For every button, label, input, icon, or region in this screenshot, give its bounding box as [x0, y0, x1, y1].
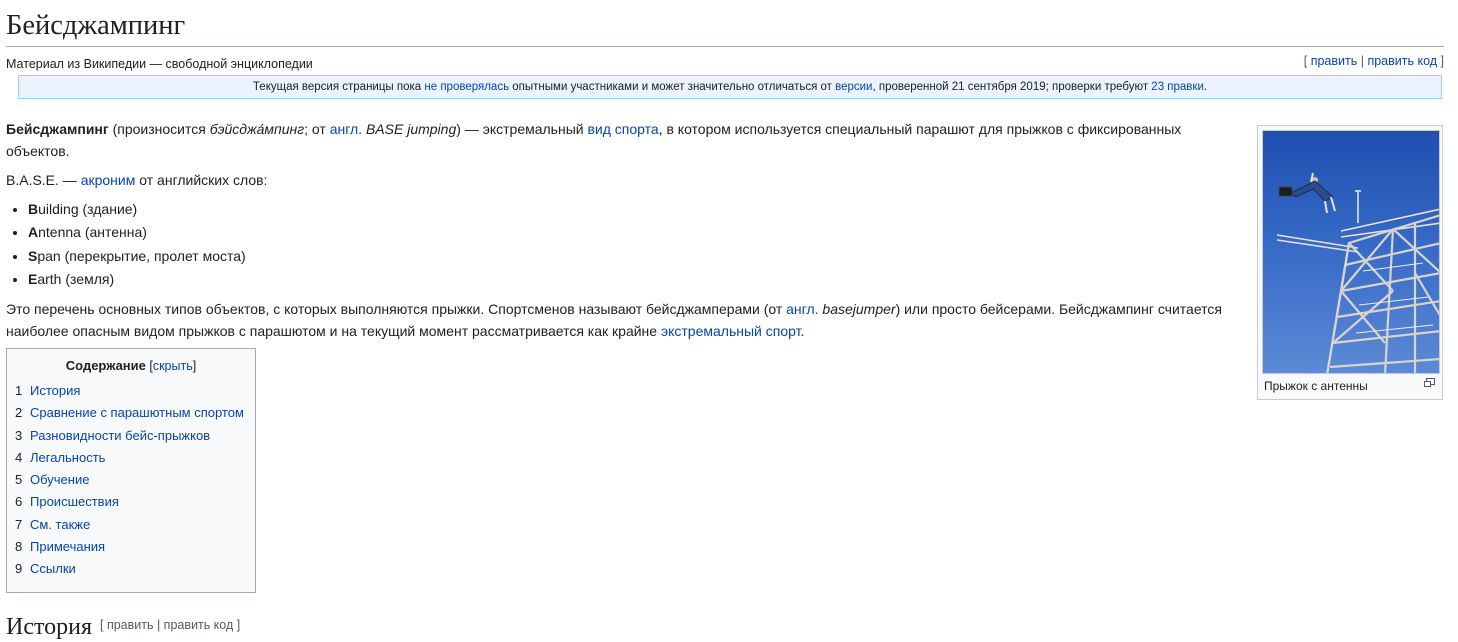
- bracket-close: ]: [192, 359, 197, 373]
- toc-number: 9: [15, 561, 23, 577]
- pronunciation: бэйсджа́мпинг: [209, 121, 305, 137]
- acronym-link[interactable]: акроним: [81, 172, 136, 188]
- toc-item[interactable]: 8 Примечания: [15, 536, 255, 558]
- lead-paragraph-1: Бейсджампинг (произносится бэйсджа́мпинг…: [6, 118, 1226, 162]
- separator: |: [1357, 54, 1368, 68]
- site-subtitle: Материал из Википедии — свободной энцикл…: [6, 57, 313, 71]
- letter: A: [28, 224, 39, 241]
- section-heading-history: История: [6, 614, 93, 640]
- toc-link[interactable]: См. также: [30, 517, 90, 532]
- notice-text: Текущая версия страницы пока: [252, 81, 425, 93]
- enlarge-icon[interactable]: [1424, 378, 1435, 390]
- toc-item[interactable]: 2 Сравнение с парашютным спортом: [15, 402, 255, 424]
- letter: B: [28, 201, 39, 217]
- pending-edits-link[interactable]: 23 правки: [1151, 81, 1204, 93]
- english-link[interactable]: англ.: [786, 301, 818, 317]
- list-item: Antenna (антенна): [28, 221, 1226, 244]
- toc-link[interactable]: Примечания: [30, 539, 105, 554]
- extreme-sport-link[interactable]: экстремальный спорт: [661, 323, 801, 339]
- bracket-close: ]: [1437, 54, 1444, 68]
- edit-link[interactable]: править: [1311, 54, 1358, 68]
- toc-list: 1 История 2 Сравнение с парашютным спортом…: [7, 380, 255, 581]
- toc-number: 8: [15, 539, 23, 555]
- bracket-open: [: [145, 359, 153, 373]
- notice-text: .: [1203, 81, 1208, 93]
- toc-link[interactable]: Обучение: [30, 472, 89, 487]
- toc-number: 7: [15, 516, 23, 532]
- text: ntenna (антенна): [38, 224, 147, 241]
- toc-item[interactable]: 7 См. также: [15, 514, 255, 536]
- not-reviewed-link[interactable]: не проверялась: [424, 81, 509, 93]
- toc-link[interactable]: Сравнение с парашютным спортом: [30, 405, 244, 420]
- toc-link[interactable]: Происшествия: [30, 494, 119, 509]
- text: uilding (здание): [38, 201, 138, 217]
- antenna-jump-image[interactable]: [1262, 130, 1440, 374]
- toc-number: 3: [15, 427, 23, 443]
- text: ; от: [304, 121, 330, 137]
- toc-number: 1: [15, 383, 23, 398]
- list-item: Earth (земля): [28, 268, 1226, 291]
- thumbnail-caption: Прыжок с антенны: [1264, 379, 1368, 393]
- article-term: Бейсджампинг: [6, 121, 109, 137]
- toc-item[interactable]: 4 Легальность: [15, 447, 255, 469]
- text: от английских слов:: [135, 172, 268, 188]
- english-term: basejumper: [822, 301, 896, 318]
- english-term: BASE jumping: [365, 121, 457, 137]
- page-title: Бейсджампинг: [6, 8, 1444, 47]
- version-link[interactable]: версии: [835, 81, 872, 93]
- text: ) — экстремальный: [456, 121, 588, 137]
- bracket-open: [: [1303, 54, 1311, 68]
- text: Это перечень основных типов объектов, с …: [6, 301, 787, 318]
- text: pan (перекрытие, пролет моста): [37, 247, 246, 264]
- english-link[interactable]: англ.: [330, 121, 362, 137]
- article-lead: Бейсджампинг (произносится бэйсджа́мпинг…: [6, 118, 1226, 349]
- thumbnail-box: Прыжок с антенны: [1257, 125, 1443, 400]
- toc-number: 6: [15, 494, 23, 510]
- text: (произносится: [108, 121, 210, 137]
- toc-link[interactable]: Легальность: [30, 450, 105, 465]
- toc-number: 2: [15, 405, 23, 421]
- toc-link[interactable]: Ссылки: [30, 561, 76, 576]
- text: B.A.S.E. —: [6, 172, 81, 188]
- toc-heading: Содержание: [65, 358, 146, 373]
- toc-item[interactable]: 5 Обучение: [15, 469, 255, 491]
- enlarge-icon-glyph: [1424, 378, 1435, 387]
- list-item: Building (здание): [28, 198, 1226, 221]
- section-edit-links[interactable]: [ править | править код ]: [100, 618, 240, 632]
- lead-paragraph-3: Это перечень основных типов объектов, с …: [6, 298, 1226, 342]
- toc-link[interactable]: История: [30, 383, 80, 398]
- letter: E: [28, 270, 38, 287]
- sport-link[interactable]: вид спорта: [587, 121, 658, 137]
- toc-number: 4: [15, 449, 23, 465]
- lead-paragraph-2: B.A.S.E. — акроним от английских слов:: [6, 169, 1226, 191]
- toc-item[interactable]: 1 История: [15, 380, 255, 402]
- wiki-article: Бейсджампинг Материал из Википедии — сво…: [0, 0, 1458, 640]
- toc-link[interactable]: Разновидности бейс-прыжков: [30, 428, 210, 443]
- letter: S: [28, 247, 38, 264]
- page-edit-links: [ править | править код ]: [1304, 54, 1444, 68]
- toc-number: 5: [15, 472, 23, 488]
- notice-text: , проверенной 21 сентября 2019; проверки…: [872, 81, 1152, 93]
- flagged-revisions-notice: Текущая версия страницы пока не проверял…: [18, 75, 1442, 99]
- list-item: Span (перекрытие, пролет моста): [28, 245, 1226, 268]
- edit-code-link[interactable]: править код: [1367, 54, 1437, 68]
- text: arth (земля): [37, 270, 115, 287]
- toc-title: Содержание [скрыть]: [7, 358, 255, 373]
- table-of-contents: Содержание [скрыть] 1 История 2 Сравнение …: [6, 348, 256, 593]
- toc-hide-toggle[interactable]: скрыть: [153, 359, 193, 373]
- toc-item[interactable]: 6 Происшествия: [15, 491, 255, 513]
- acronym-list: Building (здание) Antenna (антенна) Span…: [6, 198, 1226, 291]
- text: .: [800, 323, 805, 340]
- toc-item[interactable]: 9 Ссылки: [15, 558, 255, 580]
- antenna-jump-illustration: [1276, 172, 1439, 373]
- toc-item[interactable]: 3 Разновидности бейс-прыжков: [15, 425, 255, 447]
- notice-text: опытными участниками и может значительно…: [509, 81, 836, 93]
